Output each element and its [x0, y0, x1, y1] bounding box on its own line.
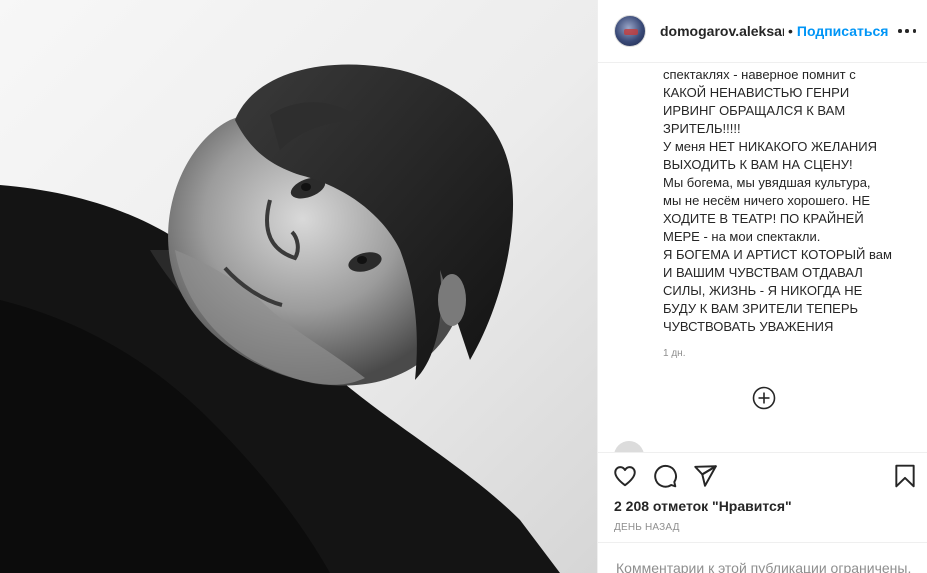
caption-time[interactable]: 1 дн. — [663, 348, 685, 359]
username-link[interactable]: domogarov.aleksan — [660, 23, 784, 39]
caption-line: ЧУВСТВОВАТЬ УВАЖЕНИЯ — [663, 319, 834, 334]
instagram-post: domogarov.aleksan • Подписаться спектакл… — [0, 0, 927, 573]
caption-line: И ВАШИМ ЧУВСТВАМ ОТДАВАЛ — [663, 265, 863, 280]
comment-bubble-icon[interactable] — [652, 463, 678, 489]
caption-line: СИЛЫ, ЖИЗНЬ - Я НИКОГДА НЕ — [663, 283, 863, 298]
caption-line: У меня НЕТ НИКАКОГО ЖЕЛАНИЯ — [663, 139, 878, 154]
caption-line: ВЫХОДИТЬ К ВАМ НА СЦЕНУ! — [663, 157, 853, 172]
likes-count[interactable]: 2 208 отметок "Нравится" — [614, 498, 792, 514]
post-date[interactable]: ДЕНЬ НАЗАД — [614, 522, 680, 533]
caption-line: МЕРЕ - на мои спектакли. — [663, 229, 821, 244]
caption-line: БУДУ К ВАМ ЗРИТЕЛИ ТЕПЕРЬ — [663, 301, 859, 316]
separator-dot: • — [788, 23, 793, 39]
user-avatar[interactable] — [614, 15, 646, 47]
heart-icon[interactable] — [612, 463, 638, 489]
comments-restricted-notice: Комментарии к этой публикации ограничены… — [598, 542, 927, 573]
caption-line: спектаклях - наверное помнит с — [663, 67, 856, 82]
caption-line: Я БОГЕМА И АРТИСТ КОТОРЫЙ вам — [663, 247, 892, 262]
caption-line: Мы богема, мы увядшая культура, — [663, 175, 871, 190]
caption-line: ЗРИТЕЛЬ!!!!! — [663, 121, 741, 136]
caption-line: КАКОЙ НЕНАВИСТЬЮ ГЕНРИ — [663, 85, 850, 100]
paper-plane-icon[interactable] — [692, 463, 718, 489]
more-options-icon[interactable] — [898, 22, 916, 40]
follow-button[interactable]: Подписаться — [797, 23, 889, 39]
post-photo[interactable] — [0, 0, 597, 573]
comment-avatar[interactable] — [614, 441, 644, 452]
plus-circle-icon[interactable] — [752, 386, 776, 410]
caption-line: ХОДИТЕ В ТЕАТР! ПО КРАЙНЕЙ — [663, 211, 864, 226]
post-side-panel: domogarov.aleksan • Подписаться спектакл… — [597, 0, 927, 573]
post-caption: спектаклях - наверное помнит с КАКОЙ НЕН… — [663, 66, 913, 336]
post-actions: 2 208 отметок "Нравится" ДЕНЬ НАЗАД — [598, 452, 927, 542]
portrait-photo — [0, 64, 560, 573]
bookmark-icon[interactable] — [892, 463, 918, 489]
caption-line: мы не несём ничего хорошего. НЕ — [663, 193, 871, 208]
caption-line: ИРВИНГ ОБРАЩАЛСЯ К ВАМ — [663, 103, 846, 118]
post-header: domogarov.aleksan • Подписаться — [598, 0, 927, 63]
comments-area[interactable]: спектаклях - наверное помнит с КАКОЙ НЕН… — [598, 63, 927, 452]
